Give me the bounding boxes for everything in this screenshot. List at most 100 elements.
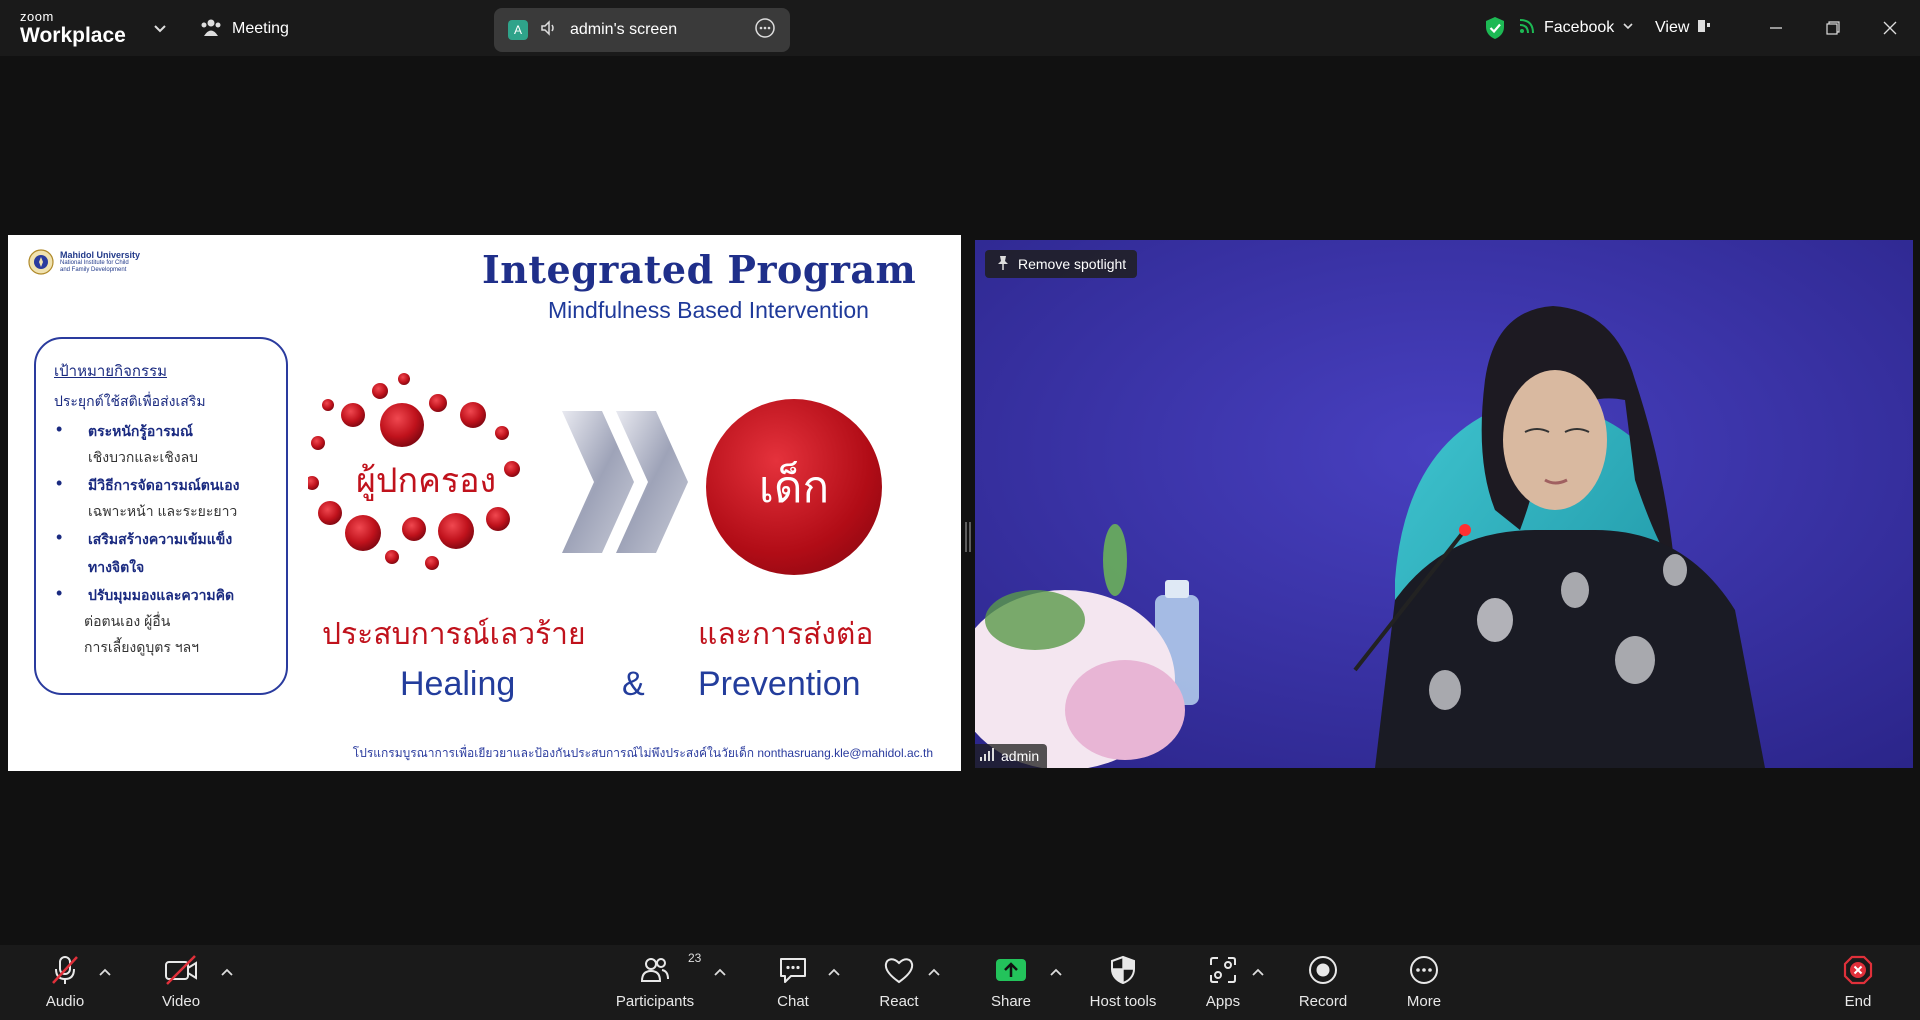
share-button[interactable]: Share (966, 953, 1056, 1010)
participant-video-tile[interactable]: Remove spotlight admin (975, 240, 1913, 768)
goal-head: ตระหนักรู้อารมณ์ (88, 423, 193, 439)
audio-button[interactable]: Audio (20, 953, 110, 1010)
record-label: Record (1298, 993, 1348, 1010)
remove-spotlight-button[interactable]: Remove spotlight (985, 250, 1138, 278)
goal-item: ปรับมุมมองและความคิด ต่อตนเอง ผู้อื่น กา… (54, 583, 270, 659)
goal-detail: ต่อตนเอง ผู้อื่น (84, 613, 171, 629)
university-logo: Mahidol University National Institute fo… (28, 249, 140, 275)
goal-detail: เชิงบวกและเชิงลบ (88, 449, 199, 465)
goal-head: ปรับมุมมองและความคิด (88, 587, 235, 603)
participants-options-caret[interactable] (712, 965, 728, 981)
apps-button[interactable]: Apps (1178, 953, 1268, 1010)
participants-label: Participants (615, 993, 695, 1010)
participants-count: 23 (688, 951, 702, 965)
apps-options-caret[interactable] (1250, 965, 1266, 981)
institute-line-2: and Family Development (60, 266, 127, 273)
more-label: More (1406, 993, 1442, 1010)
chat-button[interactable]: Chat (748, 953, 838, 1010)
react-options-caret[interactable] (926, 965, 942, 981)
goal-intro: ประยุกต์ใช้สติเพื่อส่งเสริม (54, 393, 206, 409)
end-icon (1842, 953, 1874, 987)
minimize-button[interactable] (1762, 14, 1790, 42)
end-meeting-button[interactable]: End (1813, 953, 1903, 1010)
more-icon (1408, 953, 1440, 987)
university-name: Mahidol University (60, 249, 141, 260)
slide-title: Integrated Program (482, 247, 917, 292)
chevron-down-icon[interactable] (150, 18, 170, 38)
sharer-avatar: A (508, 20, 528, 40)
slide-footer: โปรแกรมบูรณาการเพื่อเยียวยาและป้องกันประ… (352, 746, 933, 760)
participant-name: admin (1001, 748, 1040, 764)
more-button[interactable]: More (1379, 953, 1469, 1010)
goal-head: มีวิธีการจัดอารมณ์ตนเอง (88, 477, 240, 493)
meeting-icon (200, 16, 222, 43)
meeting-label: Meeting (232, 20, 289, 37)
view-menu-button[interactable]: View (1655, 14, 1711, 42)
security-shield-icon[interactable] (1484, 14, 1506, 42)
host-tools-label: Host tools (1089, 993, 1157, 1010)
ampersand-label: & (622, 665, 645, 703)
chevron-down-icon (1622, 19, 1634, 37)
video-label: Video (161, 993, 201, 1010)
child-label: เด็ก (758, 463, 830, 512)
share-screen-icon (995, 953, 1027, 987)
arrow-chevrons-icon (562, 411, 688, 553)
university-seal-icon (28, 249, 54, 275)
live-platform-label: Facebook (1544, 19, 1615, 36)
heart-icon (883, 953, 915, 987)
live-stream-icon (1518, 17, 1536, 40)
referral-label: และการส่งต่อ (698, 618, 874, 651)
title-bar: zoom Workplace Meeting A admin's screen … (0, 0, 1920, 56)
app-logo[interactable]: zoom Workplace (20, 10, 126, 46)
signal-strength-icon (979, 747, 995, 765)
view-label: View (1655, 19, 1690, 36)
camera-off-icon (163, 953, 199, 987)
apps-label: Apps (1205, 993, 1241, 1010)
split-view-handle[interactable] (964, 520, 972, 554)
trauma-label: ประสบการณ์เลวร้าย (322, 618, 586, 651)
chat-label: Chat (777, 993, 809, 1010)
shared-screen-indicator[interactable]: A admin's screen (494, 8, 790, 52)
close-window-button[interactable] (1876, 14, 1904, 42)
audio-options-caret[interactable] (97, 965, 113, 981)
microphone-muted-icon (48, 953, 82, 987)
child-circle: เด็ก (706, 399, 882, 575)
slide-subtitle: Mindfulness Based Intervention (548, 297, 869, 323)
goal-detail: เฉพาะหน้า และระยะยาว (88, 503, 238, 519)
more-options-icon[interactable] (754, 17, 776, 44)
react-button[interactable]: React (854, 953, 944, 1010)
restore-button[interactable] (1819, 14, 1847, 42)
shared-screen-content: Mahidol University National Institute fo… (8, 235, 961, 771)
prevention-label: Prevention (698, 665, 861, 703)
goal-title: เป้าหมายกิจกรรม (54, 363, 168, 380)
host-tools-button[interactable]: Host tools (1078, 953, 1168, 1010)
chat-options-caret[interactable] (826, 965, 842, 981)
participants-button[interactable]: 23 Participants (610, 951, 702, 1010)
goal-item: เสริมสร้างความเข้มแข็ง ทางจิตใจ (54, 527, 270, 579)
goal-item: มีวิธีการจัดอารมณ์ตนเอง เฉพาะหน้า และระย… (54, 473, 270, 523)
react-label: React (879, 993, 919, 1010)
goal-item: ตระหนักรู้อารมณ์ เชิงบวกและเชิงลบ (54, 419, 270, 469)
goal-head: เสริมสร้างความเข้มแข็ง (88, 531, 233, 547)
pin-icon (996, 255, 1010, 274)
video-options-caret[interactable] (219, 965, 235, 981)
institute-line-1: National Institute for Child (60, 260, 129, 267)
remove-spotlight-label: Remove spotlight (1018, 256, 1127, 272)
brand-title: Workplace (20, 24, 126, 47)
meeting-menu-button[interactable]: Meeting (200, 16, 289, 42)
meeting-controls-toolbar: Audio Video 23 Participants Chat React S… (0, 945, 1920, 1020)
record-button[interactable]: Record (1278, 953, 1368, 1010)
participants-icon: 23 (640, 951, 701, 987)
share-label: Share (990, 993, 1032, 1010)
brand-small-text: zoom (20, 9, 54, 24)
live-stream-button[interactable]: Facebook (1518, 14, 1634, 42)
healing-label: Healing (400, 665, 516, 703)
speaker-icon[interactable] (540, 19, 558, 42)
record-icon (1307, 953, 1339, 987)
end-label: End (1844, 993, 1872, 1010)
video-feed-image (975, 240, 1913, 768)
parent-label: ผู้ปกครอง (356, 462, 497, 500)
share-options-caret[interactable] (1048, 965, 1064, 981)
video-button[interactable]: Video (136, 953, 226, 1010)
participant-name-tag: admin (975, 744, 1048, 768)
